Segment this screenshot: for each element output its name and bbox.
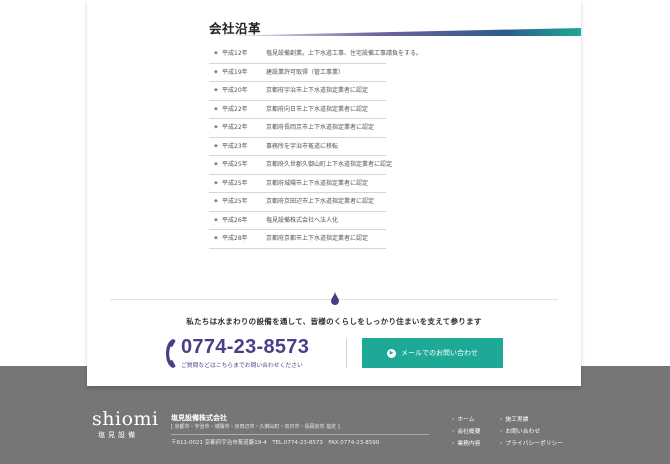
history-text: 京都府久世郡久御山町上下水道指定業者に認定 [266, 161, 393, 168]
logo-wordmark: shiomi [92, 408, 159, 430]
history-text: 京都府宇治市上下水道指定業者に認定 [266, 87, 369, 94]
history-text: 京都府京都市上下水道指定業者に認定 [266, 235, 369, 242]
history-text: 事務所を宇治市菟道に移転 [266, 142, 339, 150]
bullet-icon: ◆ [214, 142, 218, 149]
mail-contact-button[interactable]: ▶ メールでのお問い合わせ [362, 338, 503, 368]
history-row: ◆ 平成19年 建設業許可取得（管工事業） [209, 64, 386, 82]
history-list: ◆ 平成12年 塩見設備創業。上下水道工事、住宅設備工事請負をする。 ◆ 平成19年 建… [209, 45, 422, 249]
history-year: 平成19年 [222, 68, 248, 76]
history-year: 平成23年 [222, 142, 248, 150]
company-divider [171, 434, 429, 435]
arrow-right-circle-icon: ▶ [387, 348, 396, 358]
footer-nav-label: 施工実績 [505, 417, 529, 423]
history-text: 塩見設備創業。上下水道工事、住宅設備工事請負をする。 [266, 50, 423, 57]
bullet-icon: ◆ [214, 235, 218, 241]
history-year: 平成25年 [222, 198, 248, 205]
history-year: 平成12年 [222, 50, 248, 57]
footer-nav-works[interactable]: › 施工実績 [500, 414, 529, 423]
mail-button-label: メールでのお問い合わせ [401, 349, 478, 357]
history-year: 平成28年 [222, 235, 248, 242]
history-row: ◆ 平成25年 京都府城陽市上下水道指定業者に認定 [209, 175, 386, 193]
phone-number[interactable]: 0774-23-8573 [181, 336, 309, 359]
history-year: 平成22年 [222, 124, 248, 131]
chevron-right-icon: › [500, 441, 503, 447]
history-row: ◆ 平成22年 京都府向日市上下水道指定業者に認定 [209, 101, 386, 119]
bullet-icon: ◆ [214, 161, 218, 167]
history-row: ◆ 平成12年 塩見設備創業。上下水道工事、住宅設備工事請負をする。 [209, 45, 422, 64]
footer-logo[interactable]: shiomi 塩見設備 [92, 410, 159, 440]
logo-kanji: 塩見設備 [98, 431, 138, 439]
history-row: ◆ 平成26年 塩見設備株式会社へ法人化 [209, 212, 386, 230]
history-text: 京都府京田辺市上下水道指定業者に認定 [266, 198, 375, 205]
chevron-right-icon: › [500, 417, 503, 423]
history-year: 平成20年 [222, 87, 248, 94]
bullet-icon: ◆ [214, 179, 218, 186]
bullet-icon: ◆ [214, 198, 218, 204]
footer-nav-services[interactable]: › 業務内容 [452, 438, 481, 447]
footer-nav-label: ホーム [457, 417, 475, 423]
bullet-icon: ◆ [214, 105, 218, 112]
phone-icon [166, 339, 176, 368]
contact-separator [346, 339, 347, 368]
company-address: 〒611-0021 京都府宇治市菟道藪19-4 TEL.0774-23-8573… [171, 440, 380, 446]
title-gradient-bar [209, 28, 581, 36]
chevron-right-icon: › [500, 429, 503, 435]
chevron-right-icon: › [452, 441, 455, 447]
bullet-icon: ◆ [214, 124, 218, 130]
history-text: 京都府長岡京市上下水道指定業者に認定 [266, 124, 375, 131]
footer-nav-privacy[interactable]: › プライバシーポリシー [500, 438, 563, 447]
slogan-text: 私たちは水まわりの設備を通して、皆様のくらしをしっかり住まいを支えて参ります [186, 317, 482, 326]
history-year: 平成25年 [222, 161, 248, 168]
footer-nav-company[interactable]: › 会社概要 [452, 426, 481, 435]
page: 会社沿革 ◆ 平成12年 塩見設備創業。上下水道工事、住宅設備工事請負をする。 ◆ 平… [0, 0, 670, 464]
history-year: 平成25年 [222, 179, 248, 187]
chevron-right-icon: › [452, 429, 455, 435]
phone-note: ご質問などはこちらまでお問い合わせください [181, 363, 303, 369]
bullet-icon: ◆ [214, 68, 218, 75]
bullet-icon: ◆ [214, 216, 218, 223]
footer-nav-contact[interactable]: › お問い合わせ [500, 426, 540, 435]
footer-nav-label: プライバシーポリシー [505, 441, 564, 447]
history-year: 平成26年 [222, 216, 248, 224]
footer-nav-home[interactable]: › ホーム [452, 414, 475, 423]
chevron-right-icon: › [452, 417, 455, 423]
footer-nav-label: お問い合わせ [505, 429, 541, 435]
history-year: 平成22年 [222, 105, 248, 113]
history-row: ◆ 平成25年 京都府久世郡久御山町上下水道指定業者に認定 [209, 156, 392, 175]
company-name: 塩見設備株式会社 [171, 414, 227, 422]
history-text: 京都府城陽市上下水道指定業者に認定 [266, 179, 369, 187]
history-row: ◆ 平成23年 事務所を宇治市菟道に移転 [209, 138, 386, 156]
bullet-icon: ◆ [214, 50, 218, 56]
water-drop-icon [331, 291, 339, 305]
footer-nav-label: 会社概要 [457, 429, 481, 435]
footer-nav-label: 業務内容 [457, 441, 481, 447]
history-row: ◆ 平成25年 京都府京田辺市上下水道指定業者に認定 [209, 193, 386, 212]
bullet-icon: ◆ [214, 87, 218, 93]
history-row: ◆ 平成20年 京都府宇治市上下水道指定業者に認定 [209, 82, 386, 101]
history-row: ◆ 平成22年 京都府長岡京市上下水道指定業者に認定 [209, 119, 386, 138]
history-text: 塩見設備株式会社へ法人化 [266, 216, 339, 224]
history-text: 京都府向日市上下水道指定業者に認定 [266, 105, 369, 113]
designated-areas: [ 京都市・宇治市・城陽市・京田辺市・久御山町・向日市・長岡京市 指定 ] [171, 424, 340, 430]
history-row: ◆ 平成28年 京都府京都市上下水道指定業者に認定 [209, 230, 386, 249]
history-text: 建設業許可取得（管工事業） [266, 68, 345, 76]
